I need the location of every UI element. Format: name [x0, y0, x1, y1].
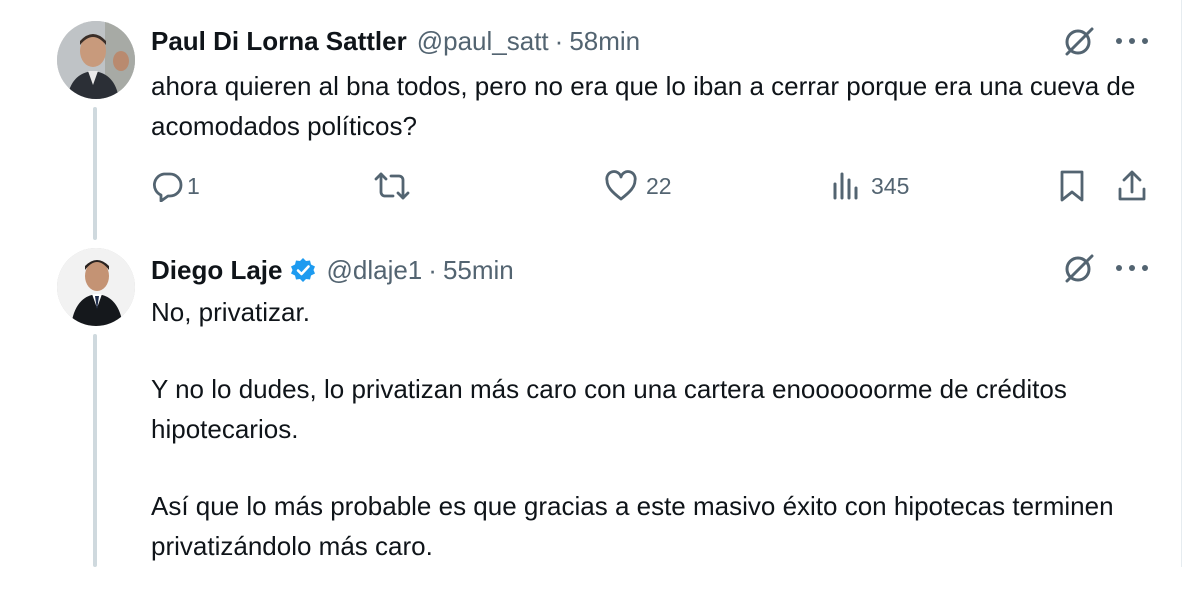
- tweet-paragraph: Así que lo más probable es que gracias a…: [151, 491, 1114, 561]
- timestamp[interactable]: 55min: [443, 255, 514, 286]
- more-icon[interactable]: [1116, 36, 1148, 46]
- views-button[interactable]: 345: [831, 166, 909, 206]
- like-count: 22: [646, 172, 672, 199]
- tweet-text: ahora quieren al bna todos, pero no era …: [151, 66, 1151, 146]
- verified-badge-icon: [290, 257, 316, 283]
- grok-icon[interactable]: [1062, 251, 1096, 285]
- tweet-header: Diego Laje @dlaje1 · 55min: [151, 253, 514, 286]
- timestamp[interactable]: 58min: [569, 26, 640, 57]
- tweet-text: No, privatizar. Y no lo dudes, lo privat…: [151, 292, 1151, 603]
- tweet-paragraph: No, privatizar.: [151, 297, 310, 327]
- views-icon: [833, 172, 858, 200]
- tweet-header: Paul Di Lorna Sattler @paul_satt · 58min: [151, 26, 640, 57]
- display-name[interactable]: Paul Di Lorna Sattler: [151, 26, 407, 57]
- separator-dot: ·: [554, 26, 564, 56]
- tweet-actions: 1 22 345: [0, 166, 1200, 206]
- tweet-paragraph: ahora quieren al bna todos, pero no era …: [151, 71, 1136, 141]
- tweet-paragraph: Y no lo dudes, lo privatizan más caro co…: [151, 374, 1067, 444]
- retweet-icon: [374, 172, 410, 200]
- like-icon: [605, 170, 637, 201]
- more-icon[interactable]: [1116, 263, 1148, 273]
- bookmark-icon: [1060, 170, 1084, 202]
- like-button[interactable]: 22: [604, 166, 672, 206]
- separator-dot: ·: [428, 255, 437, 285]
- avatar-photo-icon: [57, 248, 135, 326]
- tweet[interactable]: Paul Di Lorna Sattler @paul_satt · 58min…: [0, 0, 1200, 240]
- views-count: 345: [871, 172, 910, 199]
- avatar-photo-icon: [57, 21, 135, 99]
- avatar[interactable]: [57, 21, 135, 99]
- tweet[interactable]: Diego Laje @dlaje1 · 55min No, privatiza…: [0, 240, 1200, 567]
- grok-icon[interactable]: [1062, 24, 1096, 58]
- reply-icon: [152, 172, 183, 202]
- retweet-button[interactable]: [373, 166, 419, 206]
- reply-button[interactable]: 1: [151, 166, 200, 206]
- user-handle[interactable]: @dlaje1: [326, 255, 422, 286]
- avatar[interactable]: [57, 248, 135, 326]
- share-button[interactable]: [1116, 166, 1148, 206]
- display-name[interactable]: Diego Laje: [151, 255, 282, 286]
- reply-count: 1: [187, 172, 200, 199]
- bookmark-button[interactable]: [1058, 166, 1086, 206]
- user-handle[interactable]: @paul_satt: [417, 26, 549, 57]
- share-icon: [1118, 170, 1146, 201]
